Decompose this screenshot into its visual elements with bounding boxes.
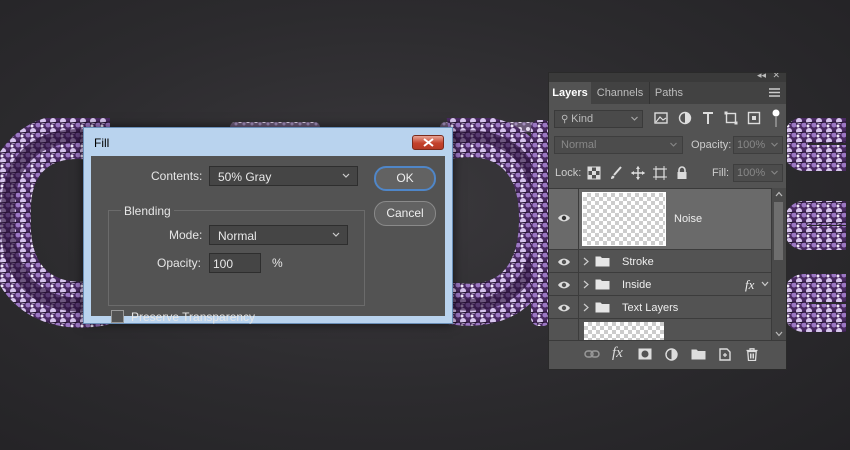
layer-row-stroke[interactable]: Stroke [549,250,772,273]
layer-name[interactable]: Text Layers [622,302,678,314]
blend-mode-value: Normal [561,139,597,151]
chevron-down-icon[interactable] [775,331,783,337]
opacity-unit: % [272,256,283,270]
mode-select[interactable]: Normal [209,225,348,245]
opacity-input-value: 100 [213,257,234,271]
fill-label: Fill: [712,167,730,179]
layer-name[interactable]: Stroke [622,256,654,268]
tab-layers[interactable]: Layers [549,82,591,104]
folder-icon [595,256,610,267]
lock-position-icon[interactable] [631,166,645,180]
layer-row-text-layers[interactable]: Text Layers [549,296,772,319]
close-panel-icon[interactable]: ✕ [772,73,780,81]
add-layer-style-icon[interactable]: fx [612,345,623,362]
eye-icon[interactable] [557,280,571,290]
dialog-close-button[interactable] [412,135,444,150]
layer-list: Noise Stroke Inside fx Text Layers [549,188,772,344]
panel-header-strip[interactable]: ◂◂ ✕ [549,73,786,82]
row-divider [578,296,579,318]
layer-opacity-value: 100% [737,139,766,151]
dialog-body: Contents: 50% Gray Blending Mode: Normal… [91,156,445,324]
layer-row-inside[interactable]: Inside fx [549,273,772,296]
row-divider [578,250,579,272]
lock-artboard-icon[interactable] [653,166,667,180]
contents-label: Contents: [151,169,203,183]
lock-label: Lock: [555,167,582,179]
delete-layer-icon[interactable] [746,348,758,361]
chevron-down-icon [342,173,350,178]
smart-object-filter-icon[interactable] [746,110,762,126]
mode-label: Mode: [169,228,203,242]
chevron-down-icon [670,142,677,147]
eye-icon[interactable] [557,257,571,267]
shape-filter-icon[interactable] [723,110,739,126]
blending-group-title: Blending [121,204,174,218]
search-icon: ⚲ [561,114,572,125]
folder-icon [595,302,610,313]
link-layers-icon[interactable] [584,348,600,360]
contents-select-value: 50% Gray [218,170,272,184]
adjustment-filter-icon[interactable] [677,110,693,126]
layer-name[interactable]: Noise [674,213,702,225]
layer-filter-value: Kind [571,113,594,125]
chevron-up-icon[interactable] [775,191,783,197]
row-divider [578,273,579,295]
layer-fill-field[interactable]: 100% [733,164,783,182]
layers-scrollbar[interactable] [771,188,786,341]
chevron-right-icon[interactable] [583,280,589,289]
eye-icon[interactable] [557,303,571,313]
preserve-transparency-checkbox[interactable] [111,310,124,323]
filter-toggle-icon[interactable] [772,109,780,127]
new-layer-icon[interactable] [719,348,731,361]
chevron-down-icon [332,232,340,237]
chevron-down-icon[interactable] [761,281,769,287]
layer-name[interactable]: Inside [622,279,651,291]
glitter-letter-right [786,118,850,338]
chevron-down-icon [771,170,778,175]
layer-fill-value: 100% [737,167,766,179]
opacity-label: Opacity: [157,256,202,270]
layer-row-noise[interactable]: Noise [549,189,772,250]
layer-effects-icon[interactable]: fx [745,277,754,293]
contents-select[interactable]: 50% Gray [209,166,358,186]
layers-panel-footer: fx [549,340,786,369]
chevron-right-icon[interactable] [583,303,589,312]
image-filter-icon[interactable] [653,110,669,126]
dialog-title: Fill [94,136,110,150]
lock-image-pixels-icon[interactable] [609,166,623,180]
layer-thumbnail[interactable] [584,322,664,342]
tab-paths[interactable]: Paths [649,82,689,104]
panel-menu-icon[interactable] [769,88,780,97]
scrollbar-thumb[interactable] [774,202,783,260]
eye-icon[interactable] [557,213,571,223]
opacity-label: Opacity: [691,139,732,151]
chevron-right-icon[interactable] [583,257,589,266]
dialog-titlebar[interactable]: Fill [84,128,452,156]
blend-mode-select[interactable]: Normal [554,136,683,154]
row-divider [578,189,579,249]
preserve-transparency-label[interactable]: Preserve Transparency [131,310,255,324]
mode-select-value: Normal [218,229,257,243]
ok-button[interactable]: OK [374,166,436,191]
tab-channels[interactable]: Channels [591,82,650,104]
lock-transparent-pixels-icon[interactable] [587,166,601,180]
layer-opacity-field[interactable]: 100% [733,136,783,154]
layer-thumbnail[interactable] [582,192,666,246]
layers-panel: ◂◂ ✕ Layers Channels Paths ⚲ Kind Normal… [548,72,787,370]
close-icon [423,138,434,147]
new-group-icon[interactable] [691,348,706,360]
layer-filter-select[interactable]: ⚲ Kind [554,110,643,128]
fill-dialog: Fill Contents: 50% Gray Blending Mode: N… [83,127,453,324]
type-filter-icon[interactable] [700,110,716,126]
collapse-panel-icon[interactable]: ◂◂ [757,73,766,81]
lock-all-icon[interactable] [675,166,689,180]
new-adjustment-layer-icon[interactable] [665,348,678,361]
chevron-down-icon [631,116,638,121]
panel-tabs: Layers Channels Paths [549,82,786,104]
folder-icon [595,279,610,290]
opacity-input[interactable]: 100 [209,253,261,273]
cancel-button[interactable]: Cancel [374,201,436,226]
chevron-down-icon [771,142,778,147]
add-layer-mask-icon[interactable] [638,348,652,360]
